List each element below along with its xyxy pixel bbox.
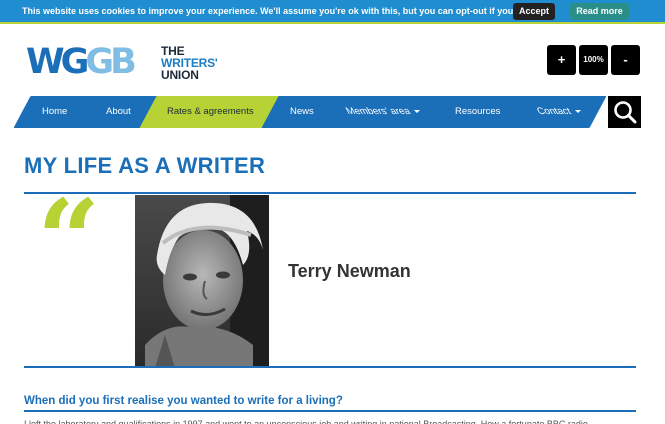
quote-icon: “ [37, 175, 101, 304]
interview-answer: I left the laboratory and qualifications… [24, 419, 588, 424]
nav-item-members-area[interactable]: Members' area [323, 96, 445, 128]
cookie-accept-button[interactable]: Accept [513, 3, 555, 20]
divider-question [24, 410, 636, 412]
cookie-read-more-button[interactable]: Read more [570, 3, 629, 20]
logo-mark-wg: WG [26, 42, 89, 82]
writer-name: Terry Newman [288, 261, 411, 281]
nav-label-news: News [290, 106, 314, 117]
nav-label-about: About [105, 106, 131, 117]
site-logo[interactable]: WGGB THE WRITERS' UNION [26, 43, 221, 83]
zoom-level-button[interactable]: 100% [579, 45, 608, 75]
chevron-down-icon [414, 109, 421, 113]
logo-mark: WGGB [26, 42, 137, 82]
main-nav: Home About Rates & agreements News Membe… [13, 96, 607, 128]
cookie-bar: This website uses cookies to improve you… [0, 0, 665, 24]
nav-label-home: Home [42, 106, 68, 117]
nav-label-contact: Contact [534, 106, 574, 117]
zoom-out-button[interactable]: - [611, 45, 640, 75]
cookie-message: This website uses cookies to improve you… [22, 6, 539, 16]
search-icon [614, 101, 637, 124]
nav-label-rates-agreements: Rates & agreements [166, 106, 254, 117]
logo-mark-gb: GB [85, 42, 136, 82]
logo-text-union: UNION [161, 68, 199, 82]
search-button[interactable] [608, 96, 641, 128]
writer-portrait [135, 195, 269, 368]
divider-middle [24, 366, 636, 368]
nav-label-resources: Resources [455, 106, 501, 117]
interview-question: When did you first realise you wanted to… [24, 395, 343, 407]
nav-item-rates-agreements[interactable]: Rates & agreements [139, 96, 281, 128]
logo-text: THE WRITERS' UNION [161, 45, 218, 81]
nav-label-members-area: Members' area [344, 106, 414, 117]
zoom-in-button[interactable]: + [547, 45, 576, 75]
chevron-down-icon [574, 109, 581, 113]
nav-item-contact[interactable]: Contact [511, 96, 607, 128]
divider-top [24, 192, 636, 194]
